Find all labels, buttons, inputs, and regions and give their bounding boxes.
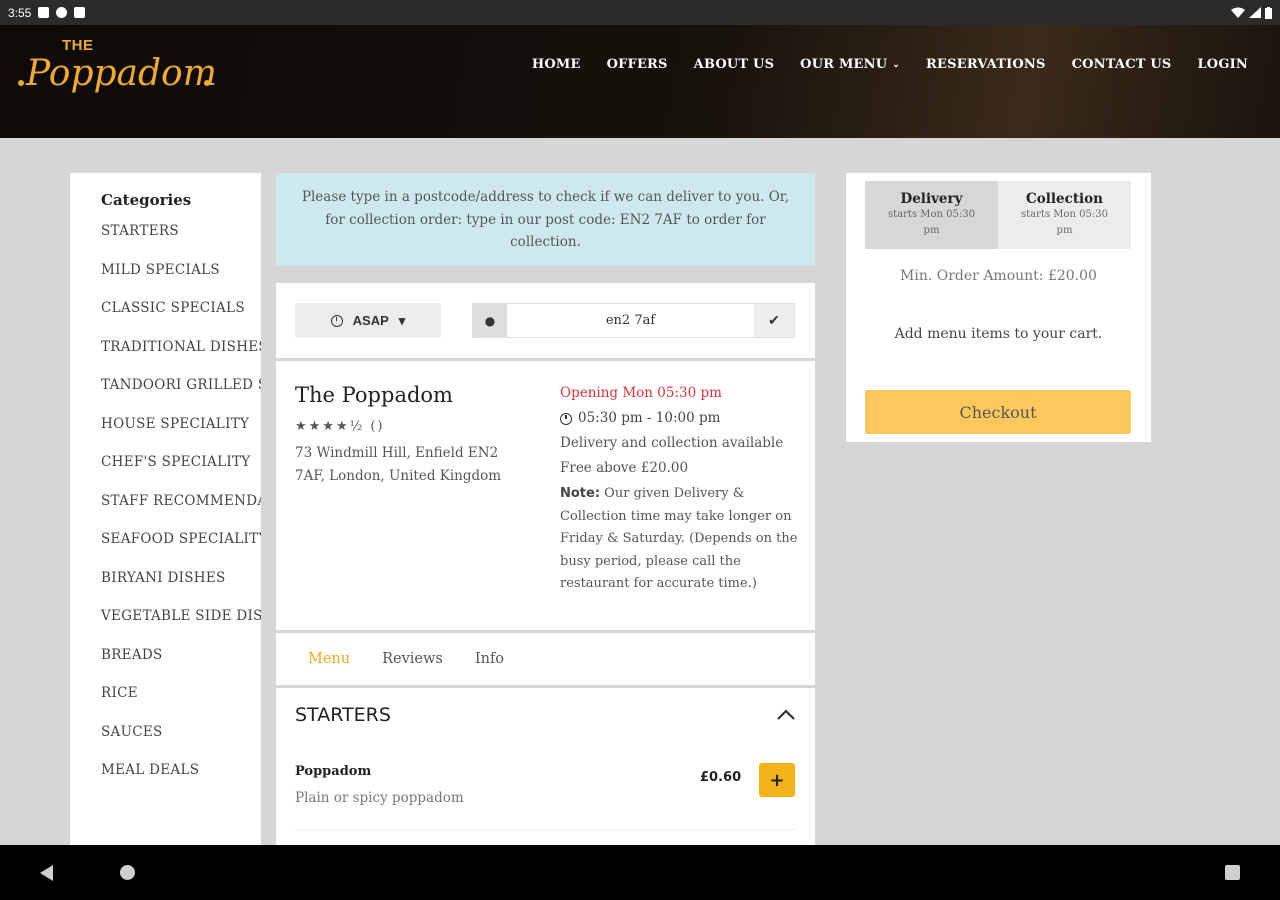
category-item[interactable]: BIRYANI DISHES xyxy=(101,570,261,609)
chevron-up-icon[interactable] xyxy=(775,704,797,726)
clock-icon xyxy=(560,412,572,425)
tab-reviews[interactable]: Reviews xyxy=(382,651,443,667)
notification-icon xyxy=(38,7,50,18)
clock-icon xyxy=(330,314,343,327)
category-item[interactable]: CLASSIC SPECIALS xyxy=(101,300,261,339)
nav-our-menu-label: OUR MENU xyxy=(800,57,888,72)
menu-item-description: Plain or spicy poppadom xyxy=(295,790,464,806)
collection-start-time: starts Mon 05:30 pm xyxy=(1021,209,1108,236)
nav-about-us[interactable]: ABOUT US xyxy=(694,57,775,72)
menu-section: STARTERS Poppadom Plain or spicy poppado… xyxy=(276,688,815,848)
nav-our-menu[interactable]: OUR MENU ⌄ xyxy=(800,57,900,72)
category-item[interactable]: SAUCES xyxy=(101,724,261,763)
section-title: STARTERS xyxy=(295,704,391,726)
wifi-icon xyxy=(1231,7,1245,18)
nav-offers[interactable]: OFFERS xyxy=(607,57,668,72)
checkout-button[interactable]: Checkout xyxy=(865,390,1131,434)
logo-name: Poppadom xyxy=(26,53,217,94)
opening-hours: 05:30 pm - 10:00 pm xyxy=(560,406,805,431)
category-item[interactable]: BREADS xyxy=(101,647,261,686)
category-item[interactable]: MEAL DEALS xyxy=(101,762,261,801)
category-item[interactable]: RICE xyxy=(101,685,261,724)
signal-icon xyxy=(1249,7,1261,18)
restaurant-name: The Poppadom xyxy=(295,383,453,407)
nav-contact-us[interactable]: CONTACT US xyxy=(1072,57,1172,72)
map-pin-icon: ● xyxy=(473,304,507,337)
time-select-button[interactable]: ASAP ▾ xyxy=(295,303,441,338)
add-to-cart-button[interactable]: + xyxy=(759,763,795,797)
opening-info: Opening Mon 05:30 pm 05:30 pm - 10:00 pm… xyxy=(560,381,805,596)
logo-dot-left xyxy=(18,80,24,86)
rating-stars: ★★★★½ () xyxy=(295,419,385,434)
battery-icon xyxy=(1265,6,1272,19)
time-select-label: ASAP xyxy=(352,313,389,328)
availability-text: Delivery and collection available xyxy=(560,435,784,451)
free-delivery-text: Free above £20.00 xyxy=(560,460,689,476)
collection-option[interactable]: Collection starts Mon 05:30 pm xyxy=(998,181,1131,249)
category-item[interactable]: STARTERS xyxy=(101,223,261,262)
note-label: Note: xyxy=(560,486,601,501)
logo-the: THE xyxy=(62,37,94,54)
category-item[interactable]: STAFF RECOMMENDATI xyxy=(101,493,261,532)
category-item[interactable]: VEGETABLE SIDE DISHE xyxy=(101,608,261,647)
restaurant-info: The Poppadom ★★★★½ () 73 Windmill Hill, … xyxy=(276,361,815,630)
delivery-start-time: starts Mon 05:30 pm xyxy=(888,209,975,236)
restaurant-address: 73 Windmill Hill, Enfield EN2 7AF, Londo… xyxy=(295,445,502,484)
cart-empty-text: Add menu items to your cart. xyxy=(894,326,1103,342)
note-text: Our given Delivery & Collection time may… xyxy=(560,486,798,591)
opening-hours-text: 05:30 pm - 10:00 pm xyxy=(578,410,721,426)
logo[interactable]: THE Poppadom xyxy=(16,37,217,107)
tab-menu[interactable]: Menu xyxy=(308,651,350,667)
menu-item-name: Poppadom xyxy=(295,764,372,779)
category-item[interactable]: MILD SPECIALS xyxy=(101,262,261,301)
system-nav-bar xyxy=(0,845,1280,900)
order-controls: ASAP ▾ ● ✔ xyxy=(276,283,815,358)
delivery-notice: Please type in a postcode/address to che… xyxy=(276,173,815,266)
main-nav: HOME OFFERS ABOUT US OUR MENU ⌄ RESERVAT… xyxy=(532,57,1248,72)
caret-down-icon: ▾ xyxy=(398,312,406,328)
categories-title: Categories xyxy=(101,191,192,209)
nav-login[interactable]: LOGIN xyxy=(1197,57,1248,72)
category-item[interactable]: TANDOORI GRILLED SPE xyxy=(101,377,261,416)
chevron-down-icon: ⌄ xyxy=(892,59,901,70)
delivery-option[interactable]: Delivery starts Mon 05:30 pm xyxy=(865,181,998,249)
menu-tabs: Menu Reviews Info xyxy=(276,633,815,685)
recent-apps-icon[interactable] xyxy=(1225,865,1240,880)
postcode-field: ● ✔ xyxy=(472,303,795,338)
category-item[interactable]: TRADITIONAL DISHES xyxy=(101,339,261,378)
category-item[interactable]: SEAFOOD SPECIALITY xyxy=(101,531,261,570)
delivery-label: Delivery xyxy=(900,191,963,207)
delivery-note: Note: Our given Delivery & Collection ti… xyxy=(560,483,805,596)
sd-card-icon xyxy=(74,7,86,18)
nav-home[interactable]: HOME xyxy=(532,57,581,72)
order-type-toggle: Delivery starts Mon 05:30 pm Collection … xyxy=(865,181,1131,249)
site-header: THE Poppadom HOME OFFERS ABOUT US OUR ME… xyxy=(0,25,1280,138)
nav-reservations[interactable]: RESERVATIONS xyxy=(926,57,1046,72)
tab-info[interactable]: Info xyxy=(475,651,504,667)
collection-label: Collection xyxy=(1026,191,1103,207)
status-time: 3:55 xyxy=(8,5,32,20)
back-icon[interactable] xyxy=(40,865,53,881)
home-icon[interactable] xyxy=(120,865,135,880)
cart-panel: Delivery starts Mon 05:30 pm Collection … xyxy=(846,173,1151,442)
status-bar: 3:55 xyxy=(0,0,1280,25)
min-order-text: Min. Order Amount: £20.00 xyxy=(900,268,1097,284)
divider xyxy=(295,829,795,830)
category-item[interactable]: HOUSE SPECIALITY xyxy=(101,416,261,455)
categories-panel: Categories STARTERS MILD SPECIALS CLASSI… xyxy=(70,173,261,845)
postcode-input[interactable] xyxy=(507,304,754,337)
category-item[interactable]: CHEF'S SPECIALITY xyxy=(101,454,261,493)
app-notification-icon xyxy=(56,7,68,18)
opening-status: Opening Mon 05:30 pm xyxy=(560,385,722,401)
logo-dot-right xyxy=(204,80,210,86)
menu-item-price: £0.60 xyxy=(700,770,742,785)
check-icon[interactable]: ✔ xyxy=(754,304,794,337)
